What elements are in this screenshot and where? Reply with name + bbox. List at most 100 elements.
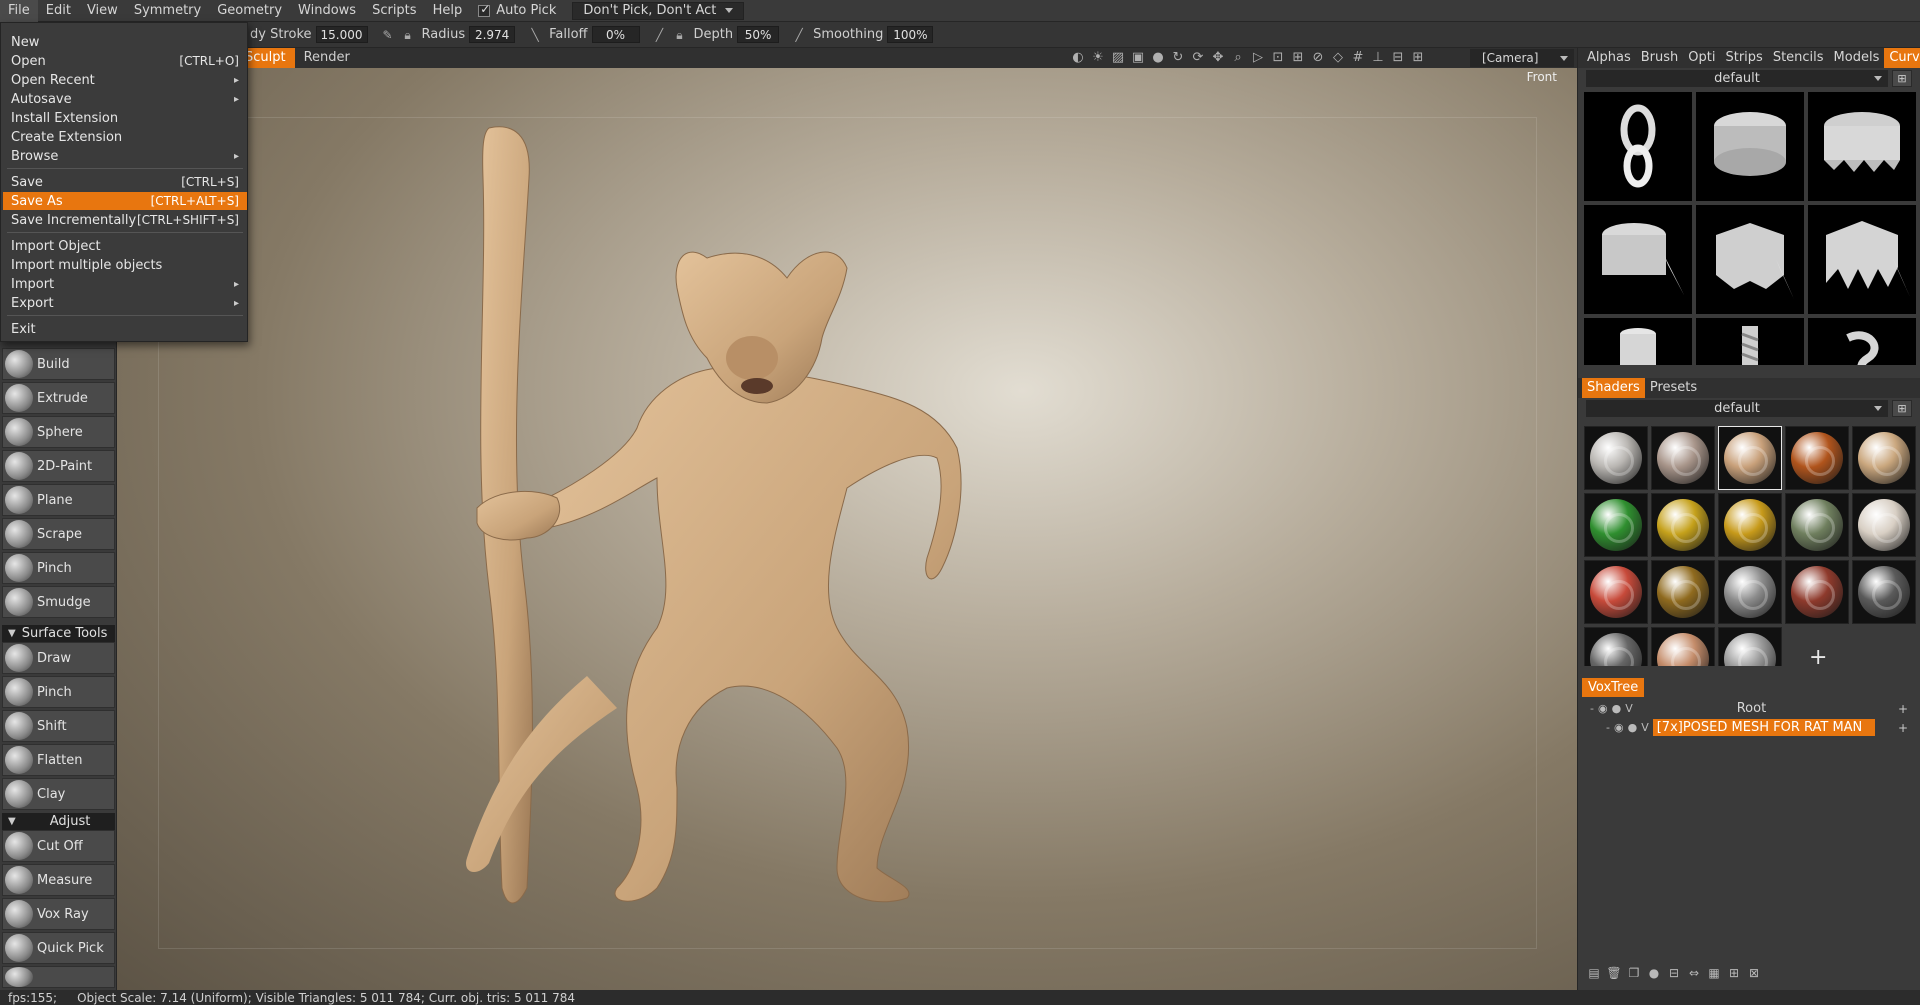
add-preset-button[interactable]: ⊞ xyxy=(1892,70,1912,87)
depth-icon[interactable]: ╱ xyxy=(653,28,667,42)
shader-swatch[interactable] xyxy=(1651,426,1715,490)
menu-scripts[interactable]: Scripts xyxy=(364,0,424,22)
curve-spiked-disc[interactable] xyxy=(1808,92,1916,201)
tab-models[interactable]: Models xyxy=(1829,48,1885,68)
falloff-field[interactable]: 0% xyxy=(591,26,640,43)
axis-icon[interactable]: ⊥ xyxy=(1370,50,1386,66)
shader-swatch[interactable] xyxy=(1785,560,1849,624)
tool-sphere[interactable]: Sphere xyxy=(2,416,115,448)
add-child-icon[interactable]: + xyxy=(1898,721,1908,735)
shader-swatch[interactable] xyxy=(1651,493,1715,557)
file-menu-autosave[interactable]: Autosave ▸ xyxy=(3,90,247,108)
tool-extrude[interactable]: Extrude xyxy=(2,382,115,414)
section-adjust[interactable]: ▼ Adjust xyxy=(2,813,115,830)
shading-icon[interactable]: ◐ xyxy=(1070,50,1086,66)
hide-icon[interactable]: ▦ xyxy=(1706,966,1722,980)
file-menu-exit[interactable]: Exit xyxy=(3,320,247,338)
file-menu-import-object[interactable]: Import Object xyxy=(3,237,247,255)
collapse-icon[interactable]: - xyxy=(1590,702,1594,715)
file-menu-export[interactable]: Export ▸ xyxy=(3,294,247,312)
close-icon[interactable]: ⊠ xyxy=(1746,966,1762,980)
menu-symmetry[interactable]: Symmetry xyxy=(126,0,209,22)
shader-swatch[interactable] xyxy=(1584,560,1648,624)
viewport[interactable]: Front xyxy=(117,68,1577,990)
fit-icon[interactable]: ⊞ xyxy=(1410,50,1426,66)
pick-mode-dropdown[interactable]: Don't Pick, Don't Act xyxy=(572,1,745,20)
shader-swatch[interactable] xyxy=(1852,560,1916,624)
tool-smudge[interactable]: Smudge xyxy=(2,586,115,618)
rotate-icon[interactable]: ↻ xyxy=(1170,50,1186,66)
voxtree-tab[interactable]: VoxTree xyxy=(1582,678,1645,697)
curve-studded-disc[interactable] xyxy=(1696,92,1804,201)
tab-stencils[interactable]: Stencils xyxy=(1768,48,1829,68)
tab-shaders[interactable]: Shaders xyxy=(1582,378,1645,398)
eye-icon[interactable]: ◉ xyxy=(1598,702,1608,715)
file-menu-save-as[interactable]: Save As [CTRL+ALT+S] xyxy=(3,192,247,210)
layers-icon[interactable]: ▤ xyxy=(1586,966,1602,980)
curve-tube[interactable] xyxy=(1584,318,1692,365)
grid-icon[interactable]: # xyxy=(1350,50,1366,66)
shader-swatch[interactable] xyxy=(1718,426,1782,490)
tool-quick-pick[interactable]: Quick Pick xyxy=(2,932,115,964)
cube-icon[interactable]: ◇ xyxy=(1330,50,1346,66)
shader-swatch[interactable] xyxy=(1584,627,1648,666)
play-icon[interactable]: ▷ xyxy=(1250,50,1266,66)
shader-swatch[interactable] xyxy=(1584,493,1648,557)
tool-flatten[interactable]: Flatten xyxy=(2,744,115,776)
ortho-icon[interactable]: ⊟ xyxy=(1390,50,1406,66)
file-menu-install-extension[interactable]: Install Extension xyxy=(3,109,247,127)
frame-selection-icon[interactable]: ⊞ xyxy=(1290,50,1306,66)
shader-swatch[interactable] xyxy=(1718,627,1782,666)
menu-geometry[interactable]: Geometry xyxy=(209,0,290,22)
no-icon[interactable]: ⊘ xyxy=(1310,50,1326,66)
curve-twist[interactable] xyxy=(1696,318,1804,365)
auto-pick-toggle[interactable]: Auto Pick xyxy=(478,2,556,18)
tool-draw[interactable]: Draw xyxy=(2,642,115,674)
shader-swatch[interactable] xyxy=(1785,426,1849,490)
stroke-field[interactable]: 15.000 xyxy=(315,26,368,43)
smoothing-field[interactable]: 100% xyxy=(887,26,934,43)
curve-cylinder-spike[interactable] xyxy=(1584,205,1692,314)
tab-brush[interactable]: Brush xyxy=(1636,48,1684,68)
lock-icon[interactable]: 🔒︎ xyxy=(401,28,415,42)
render-icon[interactable]: ▣ xyxy=(1130,50,1146,66)
curves-preset-dropdown[interactable]: default xyxy=(1586,70,1888,87)
shader-swatch[interactable] xyxy=(1584,426,1648,490)
orbit-icon[interactable]: ⟳ xyxy=(1190,50,1206,66)
curve-chain[interactable] xyxy=(1584,92,1692,201)
tool-pinch[interactable]: Pinch xyxy=(2,552,115,584)
depth-field[interactable]: 50% xyxy=(737,26,780,43)
menu-file[interactable]: File xyxy=(0,0,38,22)
shader-swatch[interactable] xyxy=(1852,426,1916,490)
shader-swatch[interactable] xyxy=(1785,493,1849,557)
curve-braid[interactable] xyxy=(1808,318,1916,365)
ghost-icon[interactable]: ● xyxy=(1612,702,1622,715)
frame-all-icon[interactable]: ⊡ xyxy=(1270,50,1286,66)
tool-shift[interactable]: Shift xyxy=(2,710,115,742)
file-menu-save-incrementally[interactable]: Save Incrementally [CTRL+SHIFT+S] xyxy=(3,211,247,229)
collapse-icon[interactable]: - xyxy=(1606,721,1610,734)
tool-clay[interactable]: Clay xyxy=(2,778,115,810)
shader-swatch[interactable] xyxy=(1651,627,1715,666)
swap-icon[interactable]: ⇔ xyxy=(1686,966,1702,980)
eye-icon[interactable]: ◉ xyxy=(1614,721,1624,734)
tool-measure[interactable]: Measure xyxy=(2,864,115,896)
tool-build[interactable]: Build xyxy=(2,348,115,380)
curve-frill-spike[interactable] xyxy=(1808,205,1916,314)
menu-help[interactable]: Help xyxy=(425,0,471,22)
tool-cut-off[interactable]: Cut Off xyxy=(2,830,115,862)
tab-alphas[interactable]: Alphas xyxy=(1582,48,1636,68)
light-icon[interactable]: ☀ xyxy=(1090,50,1106,66)
tool-vox-ray[interactable]: Vox Ray xyxy=(2,898,115,930)
split-icon[interactable]: ⊞ xyxy=(1726,966,1742,980)
shader-swatch[interactable] xyxy=(1651,560,1715,624)
tab-presets[interactable]: Presets xyxy=(1645,378,1702,398)
add-shader-preset-button[interactable]: ⊞ xyxy=(1892,400,1912,417)
shader-swatch[interactable] xyxy=(1852,493,1916,557)
radius-field[interactable]: 2.974 xyxy=(469,26,516,43)
menu-view[interactable]: View xyxy=(79,0,126,22)
drop-icon[interactable]: ● xyxy=(1150,50,1166,66)
depth-lock-icon[interactable]: 🔒︎ xyxy=(673,28,687,42)
file-menu-import[interactable]: Import ▸ xyxy=(3,275,247,293)
tab-opti[interactable]: Opti xyxy=(1683,48,1720,68)
